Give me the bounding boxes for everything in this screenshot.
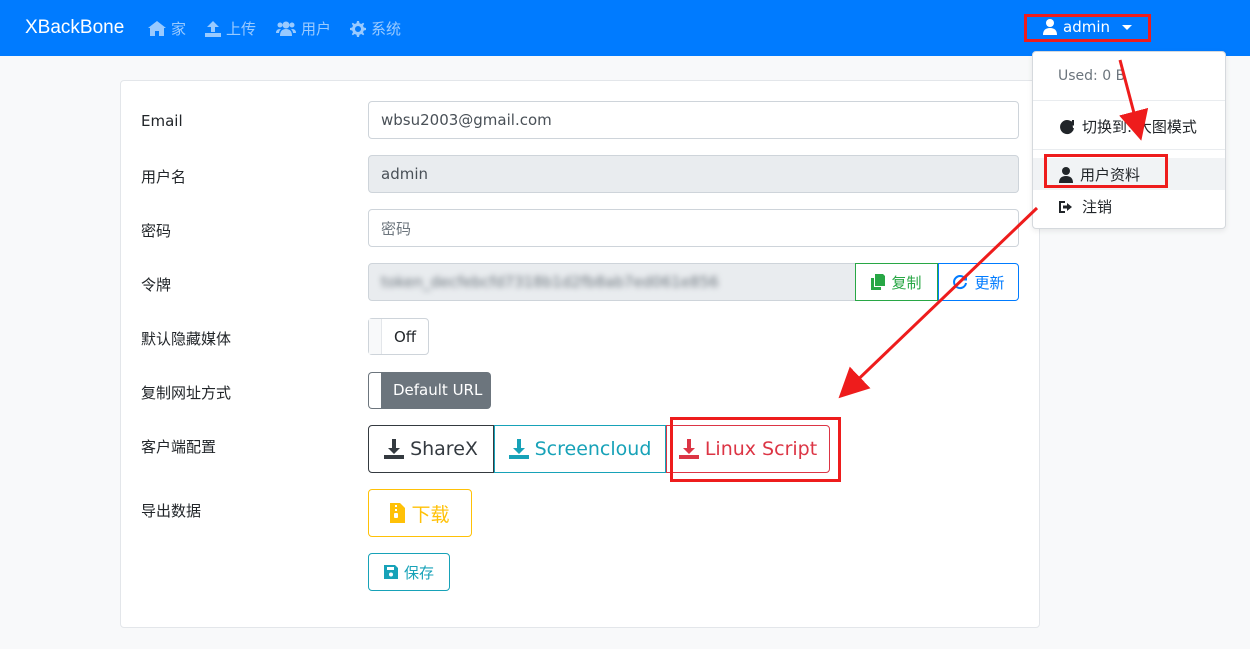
- hide-media-toggle-state: Off: [394, 328, 417, 346]
- username-label: 用户名: [141, 168, 187, 186]
- screencloud-config-button[interactable]: Screencloud: [494, 425, 666, 473]
- copy-token-button[interactable]: 复制: [855, 263, 938, 301]
- home-icon: [148, 21, 166, 36]
- client-config-label: 客户端配置: [141, 438, 217, 456]
- annotation-box-profile: [1044, 154, 1168, 188]
- token-field: token_decfebcfd7318b1d2fb8ab7ed061e856: [368, 263, 858, 301]
- copy-url-label: 复制网址方式: [141, 384, 232, 402]
- refresh-icon: [1060, 119, 1074, 134]
- nav-item-upload[interactable]: 上传: [205, 18, 256, 39]
- username-field: admin: [368, 155, 1019, 193]
- gear-icon: [350, 20, 366, 37]
- refresh-token-button[interactable]: 更新: [938, 263, 1019, 301]
- save-button[interactable]: 保存: [368, 553, 450, 591]
- nav-item-system-label: 系统: [371, 20, 402, 38]
- password-label: 密码: [141, 222, 172, 240]
- nav-item-home[interactable]: 家: [148, 18, 186, 39]
- token-field-value: token_decfebcfd7318b1d2fb8ab7ed061e856: [381, 273, 719, 291]
- dropdown-divider: [1033, 149, 1225, 150]
- dropdown-item-logout-label: 注销: [1082, 198, 1113, 216]
- copy-url-toggle[interactable]: Default URL: [368, 372, 491, 409]
- dropdown-item-switch-view-label: 切换到: 大图模式: [1082, 118, 1197, 136]
- save-icon: [383, 565, 398, 579]
- email-field[interactable]: wbsu2003@gmail.com: [368, 101, 1019, 139]
- email-field-value: wbsu2003@gmail.com: [381, 111, 552, 129]
- copy-icon: [871, 274, 886, 290]
- brand-logo[interactable]: XBackBone: [25, 17, 124, 39]
- sharex-config-label: ShareX: [410, 438, 478, 460]
- nav-item-system[interactable]: 系统: [350, 18, 401, 39]
- refresh-token-label: 更新: [974, 273, 1005, 292]
- upload-icon: [205, 20, 221, 37]
- copy-url-toggle-state: Default URL: [393, 381, 483, 399]
- dropdown-item-logout[interactable]: 注销: [1059, 196, 1112, 217]
- user-dropdown-menu: Used: 0 B 切换到: 大图模式 用户资料 注销: [1032, 51, 1226, 229]
- password-field-placeholder: 密码: [381, 219, 412, 238]
- storage-used: Used: 0 B: [1058, 68, 1126, 84]
- dropdown-item-switch-view[interactable]: 切换到: 大图模式: [1059, 116, 1197, 137]
- refresh-icon: [953, 275, 968, 290]
- nav-item-users[interactable]: 用户: [276, 18, 331, 39]
- export-download-button[interactable]: 下载: [368, 489, 472, 537]
- password-field[interactable]: 密码: [368, 209, 1019, 247]
- export-label: 导出数据: [141, 502, 202, 520]
- copy-token-label: 复制: [891, 273, 922, 292]
- username-field-value: admin: [381, 165, 428, 183]
- screencloud-config-label: Screencloud: [534, 438, 652, 460]
- users-icon: [276, 21, 296, 36]
- file-archive-icon: [390, 503, 406, 523]
- hide-media-toggle-handle: [369, 319, 382, 354]
- download-icon: [384, 439, 405, 459]
- sharex-config-button[interactable]: ShareX: [368, 425, 494, 473]
- nav-item-upload-label: 上传: [226, 20, 257, 38]
- export-download-label: 下载: [411, 503, 450, 526]
- hide-media-label: 默认隐藏媒体: [141, 330, 232, 348]
- annotation-box-linux-script: [670, 417, 841, 482]
- logout-icon: [1059, 200, 1072, 213]
- token-label: 令牌: [141, 276, 172, 294]
- dropdown-divider: [1033, 100, 1225, 101]
- annotation-box-user-menu: [1024, 14, 1151, 42]
- copy-url-toggle-handle: [369, 373, 381, 408]
- nav-item-home-label: 家: [171, 20, 187, 38]
- email-label: Email: [141, 112, 183, 130]
- download-icon: [508, 439, 529, 459]
- hide-media-toggle[interactable]: Off: [368, 318, 429, 355]
- nav-item-users-label: 用户: [301, 20, 332, 38]
- save-label: 保存: [403, 563, 434, 582]
